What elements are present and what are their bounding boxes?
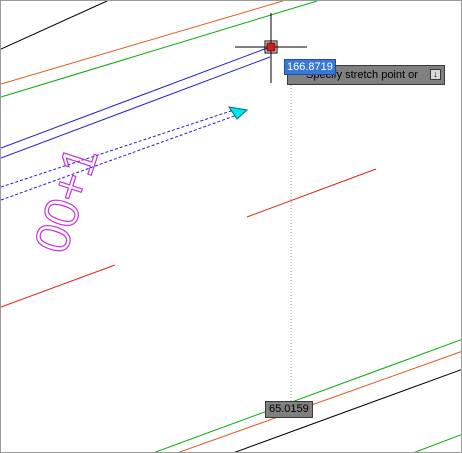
polyline-black-top[interactable]	[1, 1, 108, 50]
grip-square-icon[interactable]	[266, 42, 276, 52]
drawing-viewport[interactable]: 00+1 Specify stretch point or ↓ 166.8719…	[0, 0, 462, 453]
polyline-blue-upper[interactable]	[1, 46, 271, 149]
down-arrow-icon[interactable]: ↓	[430, 69, 441, 80]
station-label-text: 00+1	[25, 140, 109, 259]
stretch-preview-dashed-lower	[1, 114, 238, 201]
line-red-right[interactable]	[246, 168, 377, 218]
polyline-green-corner[interactable]	[413, 434, 462, 453]
dynamic-input-field[interactable]: 166.8719	[284, 59, 336, 75]
polyline-green-bottom[interactable]	[153, 339, 462, 453]
line-red-left[interactable]	[1, 264, 116, 308]
prompt-options-arrow: ↓	[433, 69, 438, 79]
dimension-value: 65.0159	[269, 403, 309, 415]
dynamic-input-value: 166.8719	[287, 61, 333, 73]
polyline-orange-top[interactable]	[1, 1, 284, 85]
stretch-preview-dashed-upper	[1, 108, 238, 188]
station-label-graphic[interactable]: 00+1	[24, 140, 109, 260]
polyline-orange-bottom[interactable]	[177, 351, 462, 453]
dimension-tooltip: 65.0159	[265, 401, 313, 418]
